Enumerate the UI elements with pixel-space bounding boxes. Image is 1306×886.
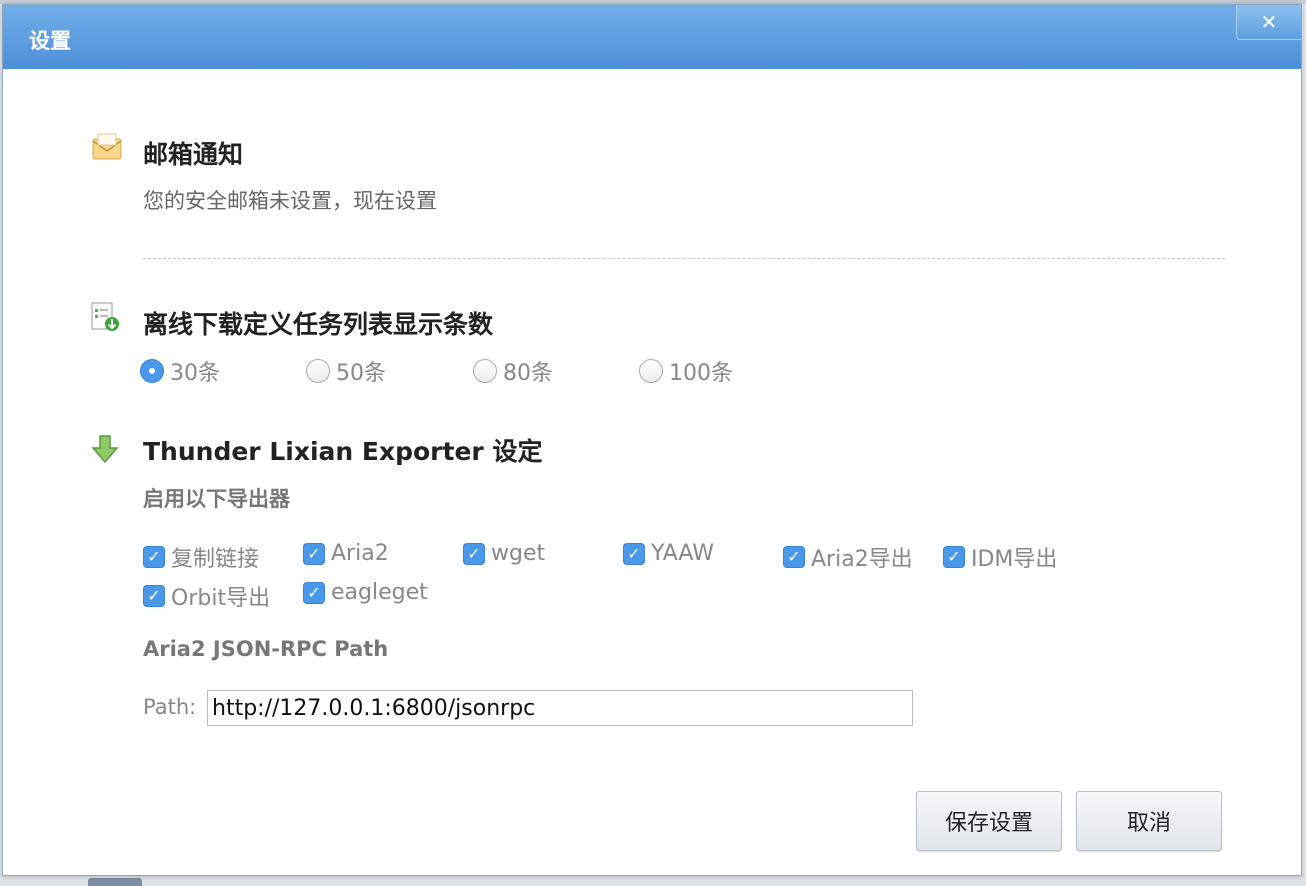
radio-label: 50条 — [336, 361, 386, 386]
rpc-path-input[interactable] — [207, 690, 913, 726]
checkbox-checked[interactable]: ✓ — [143, 546, 165, 568]
checkbox-checked[interactable]: ✓ — [783, 546, 805, 568]
download-list-icon — [91, 302, 119, 331]
radio-80[interactable]: 80条 — [473, 355, 553, 387]
checkbox-yaaw[interactable]: ✓ YAAW — [623, 541, 714, 566]
radio-button[interactable] — [473, 359, 497, 383]
offline-section-title: 离线下载定义任务列表显示条数 — [143, 310, 494, 339]
checkbox-idm-export[interactable]: ✓ IDM导出 — [943, 541, 1057, 573]
checkbox-orbit-export[interactable]: ✓ Orbit导出 — [143, 580, 270, 612]
exporter-subtitle: 启用以下导出器 — [143, 487, 290, 511]
checkbox-label: Orbit导出 — [171, 586, 271, 611]
radio-label: 80条 — [503, 361, 553, 386]
radio-30[interactable]: 30条 — [140, 355, 220, 387]
radio-100[interactable]: 100条 — [639, 355, 733, 387]
checkbox-checked[interactable]: ✓ — [143, 585, 165, 607]
checkbox-wget[interactable]: ✓ wget — [463, 541, 545, 566]
checkbox-label: IDM导出 — [971, 547, 1058, 572]
checkbox-copy-link[interactable]: ✓ 复制链接 — [143, 541, 259, 573]
radio-label: 30条 — [170, 361, 220, 386]
radio-label: 100条 — [669, 361, 733, 386]
settings-dialog: 设置 ✕ 邮箱通知 您的安全邮箱未设置，现在设置 离线下载定义任务列表显示条数 … — [2, 4, 1302, 876]
email-section-title: 邮箱通知 — [143, 140, 244, 169]
dialog-titlebar: 设置 ✕ — [3, 5, 1301, 69]
checkbox-checked[interactable]: ✓ — [303, 542, 325, 565]
checkbox-checked[interactable]: ✓ — [463, 542, 485, 565]
checkbox-label: Aria2 — [331, 541, 389, 566]
background-icon — [88, 878, 142, 886]
email-setup-link[interactable]: 您的安全邮箱未设置，现在设置 — [143, 185, 437, 215]
checkbox-aria2-export[interactable]: ✓ Aria2导出 — [783, 541, 913, 573]
checkbox-aria2[interactable]: ✓ Aria2 — [303, 541, 389, 566]
path-label: Path: — [143, 695, 197, 719]
exporter-section-title: Thunder Lixian Exporter 设定 — [143, 437, 543, 466]
checkbox-eagleget[interactable]: ✓ eagleget — [303, 580, 428, 605]
checkbox-checked[interactable]: ✓ — [303, 581, 325, 604]
close-button[interactable]: ✕ — [1236, 5, 1301, 40]
checkbox-checked[interactable]: ✓ — [623, 542, 645, 565]
checkbox-label: YAAW — [651, 541, 714, 566]
radio-button-selected[interactable] — [140, 359, 164, 383]
checkbox-label: 复制链接 — [171, 547, 260, 572]
checkbox-label: wget — [491, 541, 546, 566]
save-button[interactable]: 保存设置 — [916, 791, 1062, 851]
dialog-title: 设置 — [29, 29, 71, 53]
rpc-path-heading: Aria2 JSON-RPC Path — [143, 637, 389, 661]
checkbox-label: Aria2导出 — [811, 547, 913, 572]
radio-button[interactable] — [639, 359, 663, 383]
close-icon: ✕ — [1260, 10, 1278, 34]
radio-50[interactable]: 50条 — [306, 355, 386, 387]
section-divider — [143, 258, 1225, 259]
radio-button[interactable] — [306, 359, 330, 383]
envelope-icon — [92, 133, 122, 160]
cancel-button[interactable]: 取消 — [1076, 791, 1222, 851]
checkbox-label: eagleget — [331, 580, 428, 605]
down-arrow-icon — [91, 435, 119, 464]
checkbox-checked[interactable]: ✓ — [943, 546, 965, 568]
